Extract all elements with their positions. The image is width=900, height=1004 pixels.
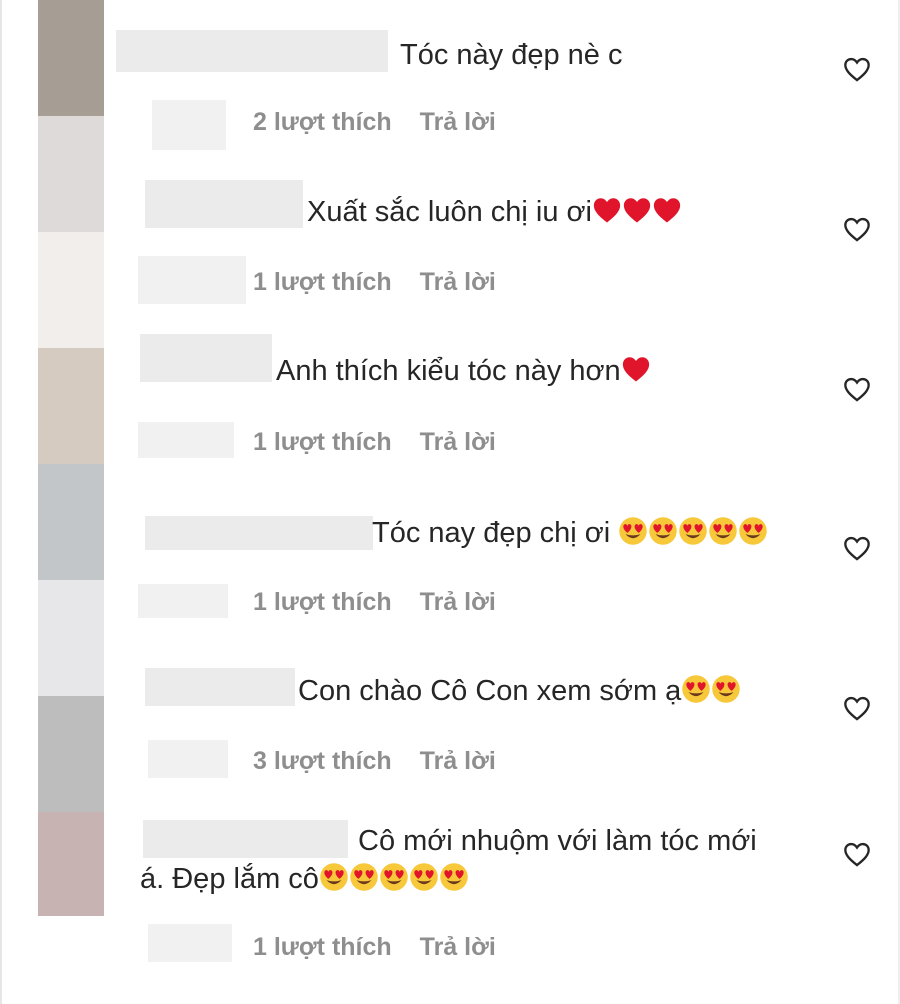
red-heart-emoji (593, 198, 621, 223)
red-heart-emoji (653, 198, 681, 223)
comment-meta: 2 lượt thích Trả lời (253, 108, 496, 137)
emoji-group (618, 517, 768, 549)
redacted-username (145, 516, 373, 550)
comment-meta: 3 lượt thích Trả lời (253, 747, 496, 776)
heart-eyes-emoji (739, 517, 768, 545)
heart-eyes-emoji (649, 517, 678, 545)
comment-text: Anh thích kiểu tóc này hơn (276, 352, 651, 390)
heart-eyes-emoji (682, 675, 711, 703)
frame-left-edge (0, 0, 2, 1004)
emoji-group (681, 675, 741, 707)
heart-outline-icon[interactable] (843, 535, 871, 561)
reply-button[interactable]: Trả lời (420, 428, 496, 456)
avatar[interactable] (38, 348, 104, 464)
heart-eyes-emoji (440, 863, 468, 891)
likes-count[interactable]: 2 lượt thích (253, 108, 392, 136)
heart-outline-icon[interactable] (843, 376, 871, 402)
comment-meta: 1 lượt thích Trả lời (253, 588, 496, 617)
comment-text: Xuất sắc luôn chị iu ơi (307, 193, 682, 231)
emoji-group (621, 355, 651, 387)
heart-eyes-emoji (709, 517, 738, 545)
heart-eyes-emoji (679, 517, 708, 545)
comment-meta: 1 lượt thích Trả lời (253, 268, 496, 297)
comment-text: Con chào Cô Con xem sớm ạ (298, 672, 741, 710)
redacted-username (143, 820, 348, 858)
likes-count[interactable]: 1 lượt thích (253, 588, 392, 616)
reply-button[interactable]: Trả lời (420, 108, 496, 136)
avatar-strip (38, 0, 104, 916)
avatar[interactable] (38, 464, 104, 580)
heart-eyes-emoji (320, 863, 348, 891)
comment-meta: 1 lượt thích Trả lời (253, 428, 496, 457)
reply-button[interactable]: Trả lời (420, 933, 496, 961)
heart-outline-icon[interactable] (843, 216, 871, 242)
avatar[interactable] (38, 696, 104, 812)
redacted-username (145, 668, 295, 706)
comment-text-line1: Cô mới nhuộm với làm tóc mới (358, 825, 757, 857)
heart-eyes-emoji (619, 517, 648, 545)
likes-count[interactable]: 1 lượt thích (253, 933, 392, 961)
likes-count[interactable]: 1 lượt thích (253, 428, 392, 456)
redacted-timestamp (152, 100, 226, 150)
avatar[interactable] (38, 812, 104, 916)
redacted-timestamp (138, 256, 246, 304)
emoji-group (319, 863, 469, 895)
red-heart-emoji (623, 198, 651, 223)
avatar[interactable] (38, 580, 104, 696)
avatar[interactable] (38, 0, 104, 116)
likes-count[interactable]: 1 lượt thích (253, 268, 392, 296)
comment-text: Tóc nay đẹp chị ơi (372, 514, 768, 552)
comment-text-line2: á. Đẹp lắm cô (140, 860, 469, 898)
redacted-timestamp (138, 422, 234, 458)
redacted-timestamp (148, 740, 228, 778)
avatar[interactable] (38, 116, 104, 232)
heart-eyes-emoji (380, 863, 408, 891)
heart-outline-icon[interactable] (843, 695, 871, 721)
reply-button[interactable]: Trả lời (420, 268, 496, 296)
heart-outline-icon[interactable] (843, 841, 871, 867)
redacted-timestamp (148, 924, 232, 962)
comment-text: Tóc này đẹp nè c (400, 39, 623, 71)
heart-outline-icon[interactable] (843, 56, 871, 82)
avatar[interactable] (38, 232, 104, 348)
heart-eyes-emoji (712, 675, 741, 703)
comment-meta: 1 lượt thích Trả lời (253, 933, 496, 962)
emoji-group (592, 196, 682, 228)
reply-button[interactable]: Trả lời (420, 747, 496, 775)
likes-count[interactable]: 3 lượt thích (253, 747, 392, 775)
redacted-username (140, 334, 272, 382)
redacted-timestamp (138, 584, 228, 618)
redacted-username (145, 180, 303, 228)
heart-eyes-emoji (350, 863, 378, 891)
red-heart-emoji (622, 357, 649, 382)
reply-button[interactable]: Trả lời (420, 588, 496, 616)
redacted-username (116, 30, 388, 72)
heart-eyes-emoji (410, 863, 438, 891)
